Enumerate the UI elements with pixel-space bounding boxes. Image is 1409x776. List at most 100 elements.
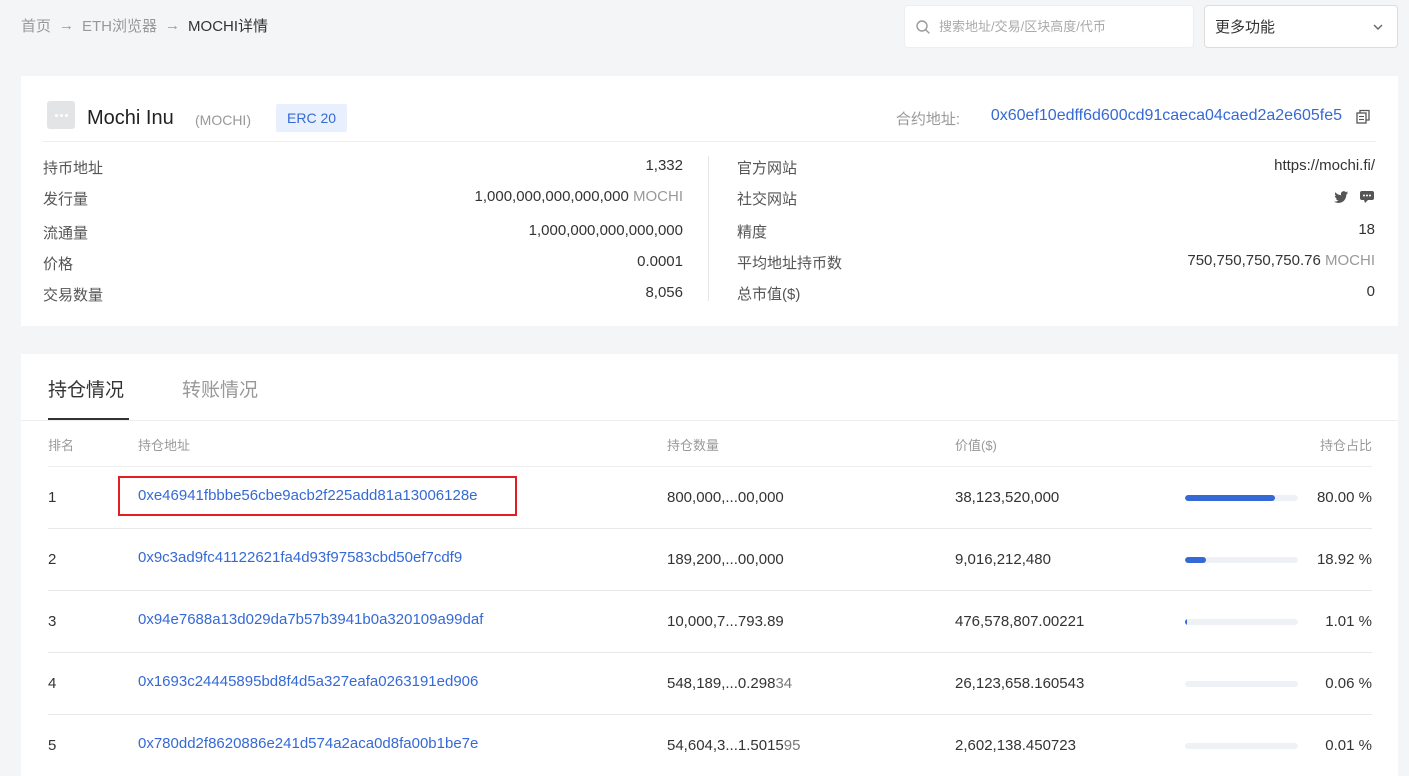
info-price: 价格 0.0001 [43, 253, 683, 274]
contract-address-link[interactable]: 0x60ef10edff6d600cd91caeca04caed2a2e605f… [991, 107, 1342, 125]
info-holders: 持币地址 1,332 [43, 157, 683, 178]
info-label: 平均地址持币数 [737, 255, 843, 272]
header-share: 持仓占比 [1319, 438, 1372, 453]
share-bar [1185, 619, 1298, 625]
breadcrumb-separator: → [165, 17, 181, 34]
value-cell: 38,123,520,000 [955, 489, 1060, 506]
column-divider [708, 156, 709, 301]
amount-cell: 189,200,...00,000 [667, 551, 784, 568]
share-bar-fill [1185, 557, 1207, 563]
breadcrumb-separator: → [59, 17, 75, 34]
share-bar [1185, 495, 1298, 501]
info-avg-holding: 平均地址持币数 750,750,750,750.76 MOCHI [737, 252, 1375, 273]
highlight-box [118, 476, 517, 516]
share-cell: 0.01 % [1325, 737, 1372, 754]
search-icon [916, 19, 930, 34]
info-value: 1,000,000,000,000,000 [528, 222, 683, 239]
info-value: 8,056 [645, 284, 683, 301]
value-cell: 26,123,658.160543 [955, 675, 1085, 692]
amount-cell: 54,604,3...1.501595 [667, 737, 801, 754]
share-bar-fill [1185, 619, 1188, 625]
share-bar [1185, 557, 1298, 563]
header-divider [43, 141, 1376, 142]
token-name: Mochi Inu [87, 107, 174, 129]
info-market-cap: 总市值($) 0 [737, 283, 1375, 304]
holder-address-link[interactable]: 0x9c3ad9fc41122621fa4d93f97583cbd50ef7cd… [138, 549, 462, 566]
share-bar [1185, 743, 1298, 749]
header-address: 持仓地址 [138, 438, 191, 453]
search-box[interactable] [904, 5, 1194, 48]
rank-cell: 4 [48, 675, 57, 692]
holder-address-link[interactable]: 0x94e7688a13d029da7b57b3941b0a320109a99d… [138, 611, 483, 628]
info-circulating: 流通量 1,000,000,000,000,000 [43, 222, 683, 243]
info-label: 官方网站 [737, 160, 798, 177]
info-value: 18 [1358, 221, 1375, 238]
rank-cell: 3 [48, 613, 57, 630]
table-row: 3 0x94e7688a13d029da7b57b3941b0a320109a99… [48, 591, 1372, 653]
header-value: 价值($) [955, 438, 997, 453]
info-supply: 发行量 1,000,000,000,000,000 MOCHI [43, 188, 683, 209]
breadcrumb-home[interactable]: 首页 [21, 15, 51, 36]
social-links [1333, 189, 1375, 205]
table-row: 5 0x780dd2f8620886e241d574a2aca0d8fa00b1b… [48, 715, 1372, 776]
info-label: 价格 [43, 256, 74, 273]
token-standard-badge: ERC 20 [276, 104, 348, 132]
info-decimals: 精度 18 [737, 221, 1375, 242]
info-label: 总市值($) [737, 286, 801, 303]
share-cell: 18.92 % [1316, 551, 1372, 568]
token-symbol: (MOCHI) [195, 112, 251, 128]
header-rank: 排名 [48, 438, 75, 453]
info-value: 1,000,000,000,000,000 MOCHI [474, 188, 684, 205]
rank-cell: 5 [48, 737, 57, 754]
token-logo [47, 101, 75, 129]
copy-icon[interactable] [1355, 109, 1371, 125]
value-cell: 9,016,212,480 [955, 551, 1051, 568]
share-bar-fill [1185, 743, 1187, 749]
breadcrumb: 首页 → ETH浏览器 → MOCHI详情 [21, 15, 268, 36]
info-label: 发行量 [43, 191, 89, 208]
contract-label: 合约地址: [895, 111, 960, 128]
info-label: 流通量 [43, 225, 89, 242]
amount-cell: 10,000,7...793.89 [667, 613, 784, 630]
info-value: 0 [1366, 283, 1375, 300]
more-features-label: 更多功能 [1215, 19, 1276, 36]
more-features-dropdown[interactable]: 更多功能 [1204, 5, 1398, 48]
info-social: 社交网站 [737, 188, 1375, 209]
tab-transfers[interactable]: 转账情况 [182, 375, 258, 402]
rank-cell: 2 [48, 551, 57, 568]
share-bar-fill [1185, 495, 1276, 501]
info-label: 交易数量 [43, 287, 104, 304]
chat-icon[interactable] [1359, 189, 1375, 205]
header-amount: 持仓数量 [667, 438, 720, 453]
token-info-card: Mochi Inu (MOCHI) ERC 20 合约地址: 0x60ef10e… [21, 76, 1398, 326]
share-cell: 80.00 % [1316, 489, 1372, 506]
table-row: 4 0x1693c24445895bd8f4d5a327eafa0263191ed… [48, 653, 1372, 715]
website-link[interactable]: https://mochi.fi/ [1274, 157, 1375, 174]
info-website: 官方网站 https://mochi.fi/ [737, 157, 1375, 178]
share-cell: 1.01 % [1325, 613, 1372, 630]
info-value: 0.0001 [637, 253, 683, 270]
rank-cell: 1 [48, 489, 57, 506]
table-row: 2 0x9c3ad9fc41122621fa4d93f97583cbd50ef7c… [48, 529, 1372, 591]
amount-cell: 800,000,...00,000 [667, 489, 784, 506]
info-value: 750,750,750,750.76 MOCHI [1187, 252, 1375, 269]
holder-address-link[interactable]: 0x780dd2f8620886e241d574a2aca0d8fa00b1be… [138, 735, 478, 752]
amount-cell: 548,189,...0.29834 [667, 675, 793, 692]
info-label: 精度 [737, 224, 768, 241]
twitter-icon[interactable] [1333, 189, 1349, 205]
chevron-down-icon [1373, 24, 1383, 30]
info-label: 社交网站 [737, 191, 798, 208]
share-bar [1185, 681, 1298, 687]
info-value: 1,332 [645, 157, 683, 174]
breadcrumb-explorer[interactable]: ETH浏览器 [82, 15, 157, 36]
holder-address-link[interactable]: 0x1693c24445895bd8f4d5a327eafa0263191ed9… [138, 673, 478, 690]
value-cell: 2,602,138.450723 [955, 737, 1076, 754]
tabs-divider [21, 420, 1398, 421]
share-cell: 0.06 % [1325, 675, 1372, 692]
info-tx-count: 交易数量 8,056 [43, 284, 683, 305]
tab-holdings[interactable]: 持仓情况 [48, 375, 124, 402]
search-input[interactable] [939, 19, 1179, 34]
info-label: 持币地址 [43, 160, 104, 177]
value-cell: 476,578,807.00221 [955, 613, 1085, 630]
breadcrumb-current: MOCHI详情 [188, 18, 269, 35]
